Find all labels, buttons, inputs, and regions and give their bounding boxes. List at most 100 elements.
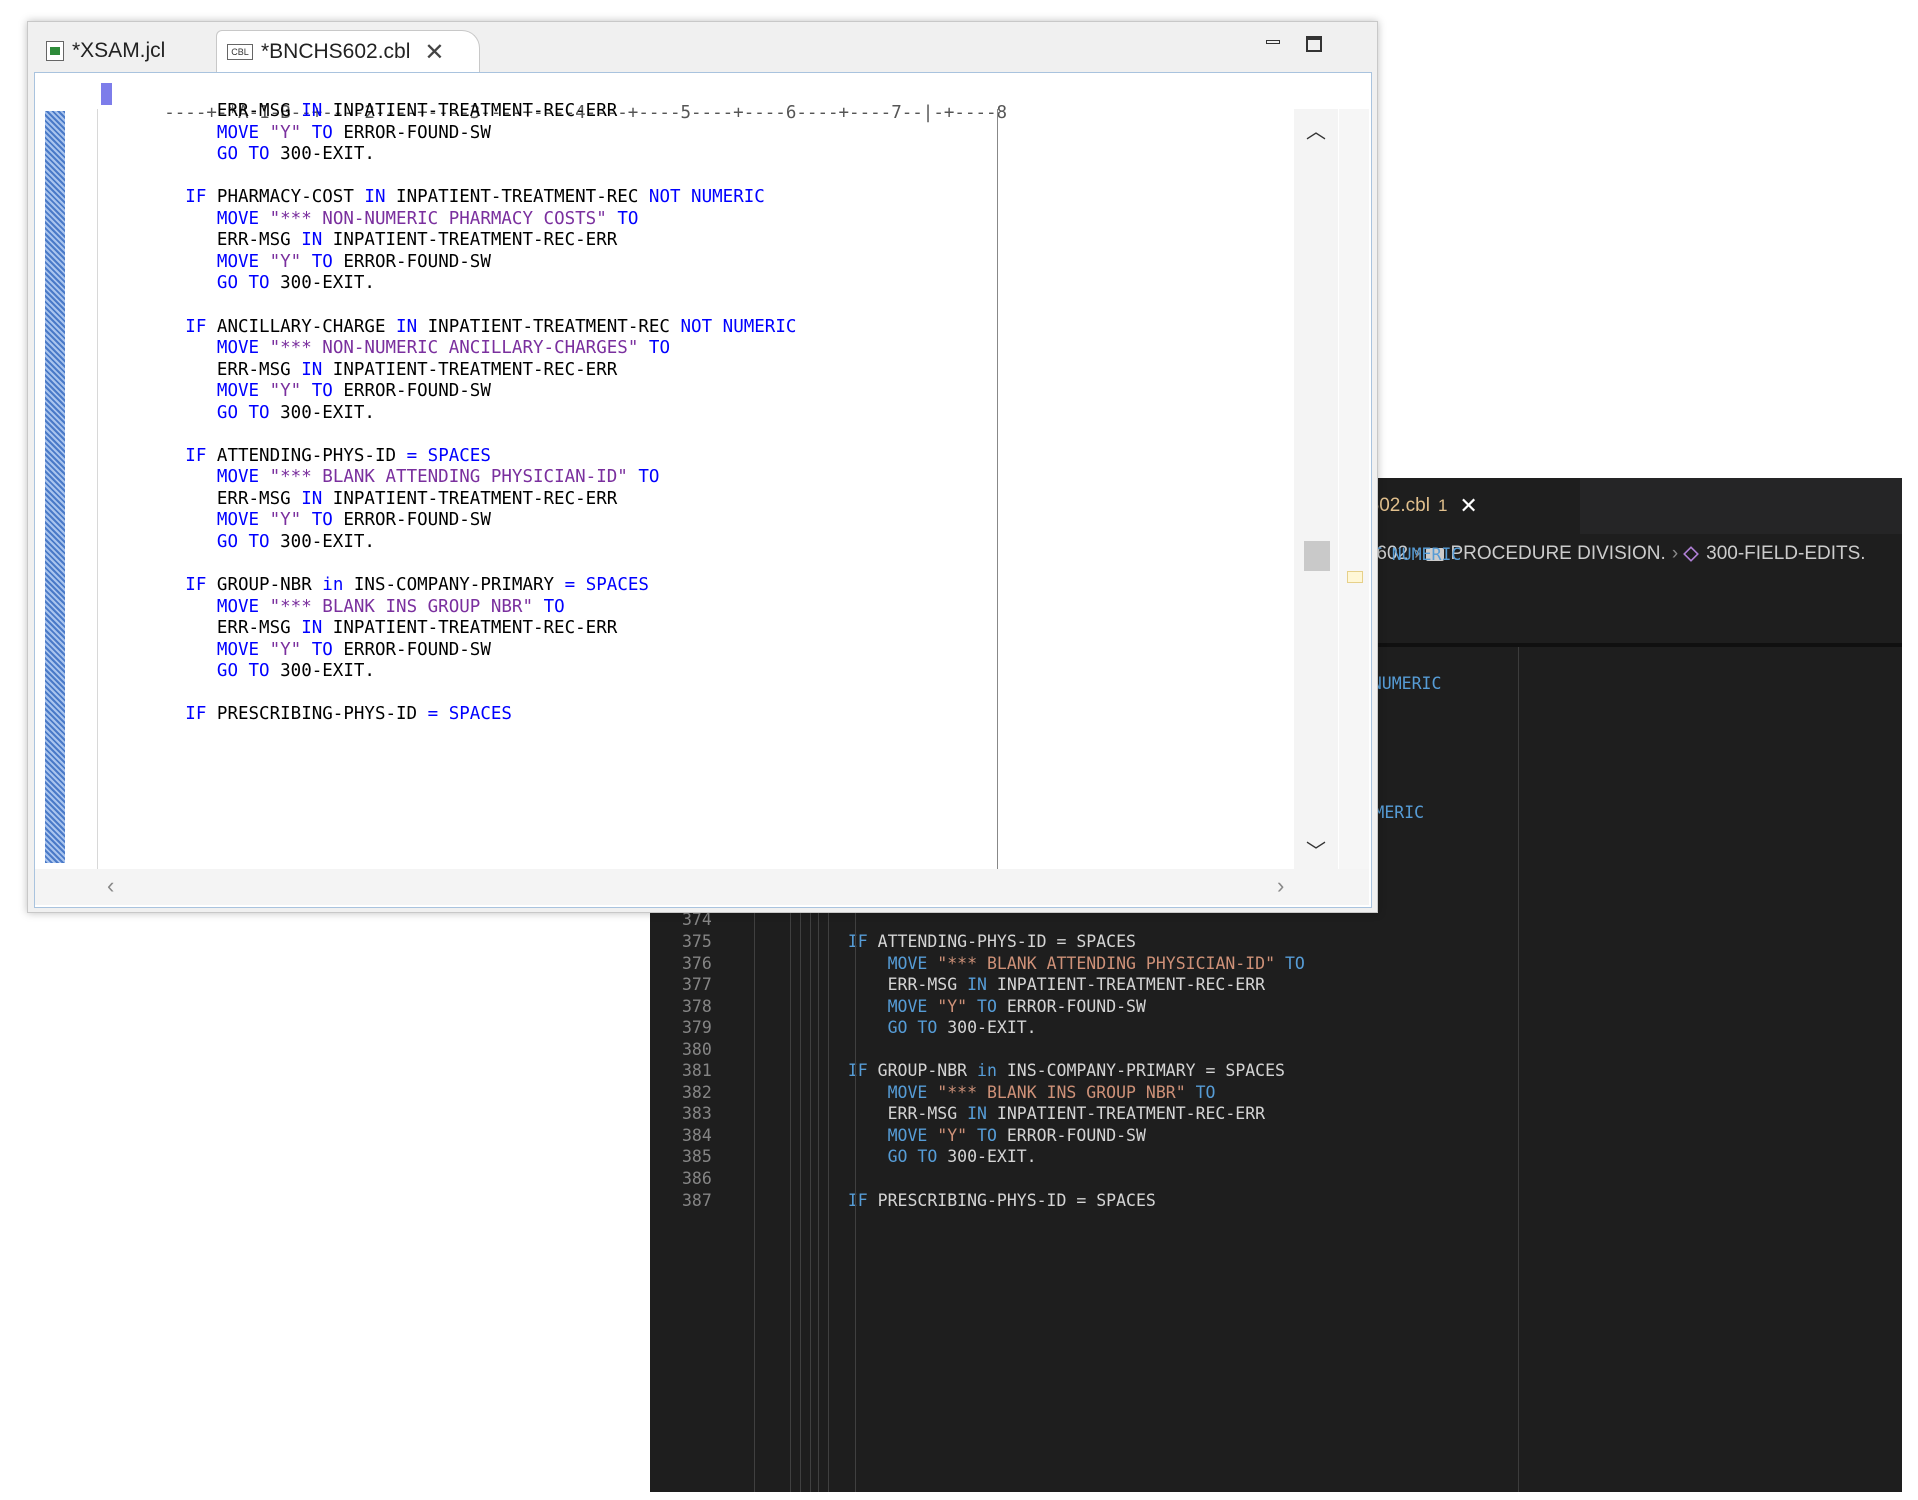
code-line[interactable]: MOVE "*** BLANK ATTENDING PHYSICIAN-ID" … — [101, 467, 660, 488]
code-line[interactable]: IF GROUP-NBR in INS-COMPANY-PRIMARY = SP… — [101, 575, 649, 595]
code-string: "Y" — [269, 251, 302, 272]
code-line[interactable]: ERR-MSG IN INPATIENT-TREATMENT-REC-ERR — [101, 360, 617, 380]
code-line[interactable]: ERR-MSG IN INPATIENT-TREATMENT-REC-ERR — [101, 101, 617, 121]
close-icon[interactable]: ✕ — [424, 38, 444, 67]
code-keyword: MOVE — [216, 467, 260, 488]
code-token: INPATIENT-TREATMENT-REC-ERR — [986, 1104, 1266, 1124]
code-line[interactable]: IF PHARMACY-COST IN INPATIENT-TREATMENT-… — [101, 187, 765, 207]
code-line[interactable]: MOVE "*** NON-NUMERIC ANCILLARY-CHARGES"… — [101, 338, 670, 358]
code-keyword: IF — [185, 445, 207, 466]
code-line[interactable]: ERR-MSG IN INPATIENT-TREATMENT-REC-ERR — [101, 230, 617, 250]
code-keyword: IN — [301, 359, 323, 380]
code-string: "Y" — [269, 639, 302, 660]
horizontal-scrollbar[interactable]: ‹ › — [35, 869, 1369, 905]
vscode-tab-bnchs602[interactable]: S602.cbl 1 ✕ — [1350, 478, 1580, 534]
code-keyword: MOVE — [887, 953, 928, 973]
chevron-left-icon[interactable]: ‹ — [107, 873, 114, 899]
code-line[interactable]: MOVE "Y" TO ERROR-FOUND-SW — [828, 997, 1146, 1016]
code-line[interactable]: ERR-MSG IN INPATIENT-TREATMENT-REC-ERR — [101, 618, 617, 638]
code-line[interactable]: MOVE "Y" TO ERROR-FOUND-SW — [101, 381, 491, 401]
code-line[interactable]: MOVE "Y" TO ERROR-FOUND-SW — [101, 252, 491, 272]
code-line[interactable]: IF GROUP-NBR in INS-COMPANY-PRIMARY = SP… — [828, 1061, 1285, 1080]
breadcrumb-paragraph[interactable]: 300-FIELD-EDITS. — [1706, 543, 1865, 565]
jcl-file-icon — [46, 41, 64, 61]
code-keyword: MOVE — [216, 381, 260, 402]
minimize-icon[interactable] — [1264, 34, 1284, 54]
code-keyword: IN — [396, 316, 418, 337]
code-line[interactable]: ERR-MSG IN INPATIENT-TREATMENT-REC-ERR — [828, 975, 1266, 995]
code-line[interactable]: IF PRESCRIBING-PHYS-ID = SPACES — [828, 1191, 1156, 1210]
line-number: 375 — [682, 931, 712, 951]
code-keyword: in — [322, 575, 344, 596]
code-token: 300-EXIT. — [269, 661, 375, 682]
code-line[interactable]: IF ATTENDING-PHYS-ID = SPACES — [828, 932, 1136, 951]
code-line[interactable]: GO TO 300-EXIT. — [828, 1018, 1037, 1037]
code-line[interactable]: IF ATTENDING-PHYS-ID = SPACES — [101, 446, 491, 466]
code-line[interactable]: IF PRESCRIBING-PHYS-ID = SPACES — [101, 704, 512, 724]
code-token: 300-EXIT. — [269, 273, 375, 294]
chevron-down-icon[interactable]: ﹀ — [1306, 835, 1326, 864]
chevron-right-icon[interactable]: › — [1277, 873, 1284, 899]
code-line[interactable]: ERR-MSG IN INPATIENT-TREATMENT-REC-ERR — [828, 1104, 1266, 1124]
code-line[interactable]: MOVE "Y" TO ERROR-FOUND-SW — [828, 1126, 1146, 1145]
code-line[interactable]: GO TO 300-EXIT. — [101, 273, 375, 293]
tab-xsam-jcl[interactable]: *XSAM.jcl — [36, 30, 216, 72]
line-number: 381 — [682, 1061, 712, 1081]
chevron-right-separator-icon: › — [1671, 543, 1679, 564]
code-token: ERR-MSG — [101, 359, 302, 380]
code-line[interactable]: GO TO 300-EXIT. — [101, 661, 375, 681]
line-number: 380 — [682, 1039, 712, 1059]
chevron-up-icon[interactable]: ︿ — [1306, 115, 1326, 144]
breadcrumb-division[interactable]: PROCEDURE DIVISION. — [1450, 543, 1665, 565]
code-line[interactable]: IF ANCILLARY-CHARGE IN INPATIENT-TREATME… — [101, 317, 796, 337]
code-string: "*** BLANK INS GROUP NBR" — [937, 1082, 1186, 1102]
cobol-editor-pane[interactable]: ----+-*A-1-B--+----2----+----3----+----4… — [34, 72, 1372, 908]
tab-bnchs602-cbl[interactable]: CBL *BNCHS602.cbl ✕ — [216, 30, 480, 73]
code-line[interactable]: GO TO 300-EXIT. — [828, 1147, 1037, 1166]
code-token: ERROR-FOUND-SW — [996, 1125, 1146, 1145]
code-keyword: TO — [617, 208, 639, 229]
code-token: GROUP-NBR — [867, 1061, 978, 1081]
tab-label[interactable]: *BNCHS602.cbl — [261, 40, 410, 64]
code-line[interactable]: GO TO 300-EXIT. — [101, 403, 375, 423]
code-line[interactable]: MOVE "*** BLANK INS GROUP NBR" TO — [828, 1082, 1216, 1102]
code-keyword: TO — [648, 338, 670, 359]
code-line[interactable]: ERR-MSG IN INPATIENT-TREATMENT-REC-ERR — [101, 489, 617, 509]
scrollbar-thumb[interactable] — [1304, 541, 1330, 571]
code-line[interactable]: MOVE "Y" TO ERROR-FOUND-SW — [101, 510, 491, 530]
code-keyword: MOVE — [216, 338, 260, 359]
code-token: ANCILLARY-CHARGE — [206, 316, 397, 337]
overview-marker[interactable] — [1347, 571, 1363, 583]
code-token: ATTENDING-PHYS-ID — [206, 445, 407, 466]
code-token: INPATIENT-TREATMENT-REC — [385, 187, 649, 208]
vertical-scrollbar[interactable]: ︿ ﹀ — [1294, 109, 1338, 869]
close-icon[interactable]: ✕ — [1459, 493, 1477, 519]
code-line[interactable]: MOVE "Y" TO ERROR-FOUND-SW — [101, 640, 491, 660]
code-line[interactable]: GO TO 300-EXIT. — [101, 532, 375, 552]
code-token: ERR-MSG — [101, 230, 302, 251]
code-keyword: IN — [967, 1104, 987, 1124]
code-line[interactable]: MOVE "*** NON-NUMERIC PHARMACY COSTS" TO — [101, 209, 638, 229]
code-line[interactable]: MOVE "*** BLANK INS GROUP NBR" TO — [101, 597, 565, 617]
code-keyword: MOVE — [216, 596, 260, 617]
code-keyword: IN — [967, 975, 987, 995]
line-number: 383 — [682, 1104, 712, 1124]
maximize-icon[interactable] — [1304, 34, 1324, 54]
code-line[interactable]: MOVE "*** BLANK ATTENDING PHYSICIAN-ID" … — [828, 954, 1305, 973]
tab-label[interactable]: *XSAM.jcl — [72, 39, 165, 63]
code-keyword: NOT NUMERIC — [648, 187, 765, 208]
code-line[interactable]: GO TO 300-EXIT. — [101, 144, 375, 164]
code-line[interactable]: MOVE "Y" TO ERROR-FOUND-SW — [101, 123, 491, 143]
